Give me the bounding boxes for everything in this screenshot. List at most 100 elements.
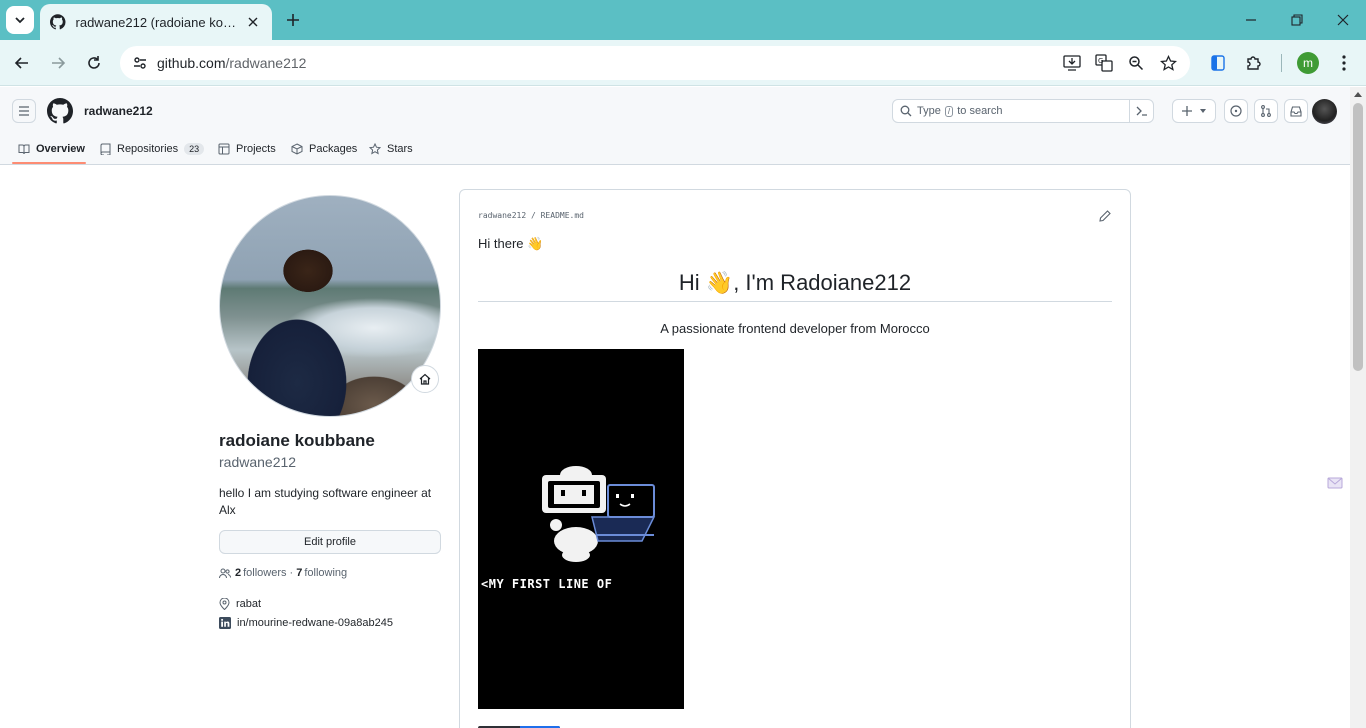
browser-menu-button[interactable] xyxy=(1332,51,1356,75)
command-palette-button[interactable] xyxy=(1129,99,1153,123)
tab-search-button[interactable] xyxy=(6,6,34,34)
tab-repositories-label: Repositories xyxy=(117,143,179,155)
reload-button[interactable] xyxy=(80,49,108,77)
create-new-button[interactable] xyxy=(1172,99,1216,123)
address-bar[interactable]: github.com/radwane212 G xyxy=(120,46,1190,80)
git-pull-request-icon xyxy=(1261,105,1271,117)
inbox-icon xyxy=(1290,106,1302,117)
search-placeholder: Type / to search xyxy=(917,105,1002,117)
zoom-icon xyxy=(1129,56,1144,71)
status-button[interactable] xyxy=(411,365,439,393)
install-app-button[interactable] xyxy=(1060,51,1084,75)
arrow-left-icon xyxy=(14,57,28,69)
readme-heading: Hi 👋, I'm Radoiane212 xyxy=(678,270,912,295)
star-icon xyxy=(1159,54,1177,71)
forward-button[interactable] xyxy=(44,49,72,77)
translate-button[interactable]: G xyxy=(1092,51,1116,75)
following-link[interactable]: following xyxy=(304,567,347,579)
linkedin-link[interactable]: in/mourine-redwane-09a8ab245 xyxy=(237,617,393,629)
search-input[interactable]: Type / to search xyxy=(892,99,1154,123)
tab-stars[interactable]: Stars xyxy=(369,133,413,165)
location-icon xyxy=(219,598,230,610)
tune-icon xyxy=(134,57,146,69)
search-icon xyxy=(900,105,912,117)
floating-side-widget[interactable] xyxy=(1320,470,1350,496)
edit-readme-button[interactable] xyxy=(1097,208,1113,224)
tab-overview[interactable]: Overview xyxy=(18,133,85,165)
profile-avatar[interactable]: m xyxy=(1297,52,1319,74)
edit-profile-button[interactable]: Edit profile xyxy=(219,530,441,554)
heading-divider xyxy=(478,301,1112,302)
bookmark-button[interactable] xyxy=(1156,51,1180,75)
side-panel-icon xyxy=(1211,55,1225,71)
location-text: rabat xyxy=(236,598,262,610)
context-username[interactable]: radwane212 xyxy=(84,104,153,118)
following-count[interactable]: 7 xyxy=(296,567,302,579)
close-icon xyxy=(248,17,258,27)
tab-title: radwane212 (radoiane koubbane) xyxy=(75,14,237,30)
tab-projects[interactable]: Projects xyxy=(218,133,276,165)
page-scrollbar[interactable] xyxy=(1350,87,1366,728)
minimize-button[interactable] xyxy=(1228,0,1274,40)
readme-path[interactable]: radwane212 / README.md xyxy=(478,211,584,220)
url-domain: github.com xyxy=(157,55,226,71)
install-icon xyxy=(1063,55,1081,71)
restore-icon xyxy=(1291,14,1303,26)
chevron-down-icon xyxy=(15,17,25,24)
search-placeholder-prefix: Type xyxy=(917,105,941,117)
browser-tab-strip: radwane212 (radoiane koubbane) xyxy=(0,0,1366,40)
tab-packages-label: Packages xyxy=(309,143,358,155)
tab-overview-label: Overview xyxy=(36,143,85,155)
issues-button[interactable] xyxy=(1224,99,1248,123)
tab-repositories[interactable]: Repositories 23 xyxy=(100,133,205,165)
follow-stats: 2 followers · 7 following xyxy=(219,567,347,579)
reading-mode-button[interactable] xyxy=(1206,51,1230,75)
svg-text:G: G xyxy=(1098,57,1103,65)
url-text: github.com/radwane212 xyxy=(157,55,306,71)
profile-avatar-large[interactable] xyxy=(219,195,441,417)
hamburger-icon xyxy=(19,106,29,116)
followers-count[interactable]: 2 xyxy=(235,567,241,579)
terminal-icon xyxy=(1136,106,1147,116)
tab-projects-label: Projects xyxy=(236,143,276,155)
plus-icon xyxy=(1182,106,1192,116)
user-avatar[interactable] xyxy=(1312,99,1337,124)
followers-link[interactable]: followers xyxy=(243,567,286,579)
site-info-button[interactable] xyxy=(126,49,154,77)
inbox-button[interactable] xyxy=(1284,99,1308,123)
tab-close-button[interactable] xyxy=(245,13,262,31)
pull-requests-button[interactable] xyxy=(1254,99,1278,123)
robot-laptop-icon xyxy=(542,466,656,562)
profile-location: rabat xyxy=(219,598,261,610)
restore-button[interactable] xyxy=(1274,0,1320,40)
puzzle-icon xyxy=(1247,56,1261,70)
github-favicon-icon xyxy=(50,14,66,30)
profile-linkedin[interactable]: in/mourine-redwane-09a8ab245 xyxy=(219,617,393,629)
zoom-button[interactable] xyxy=(1124,51,1148,75)
scrollbar-thumb[interactable] xyxy=(1353,103,1363,371)
global-nav-button[interactable] xyxy=(12,99,36,123)
kebab-menu-icon xyxy=(1342,55,1346,71)
table-icon xyxy=(218,143,230,155)
repo-icon xyxy=(100,143,111,155)
url-path: /radwane212 xyxy=(225,55,307,71)
back-button[interactable] xyxy=(8,49,36,77)
active-tab-indicator xyxy=(12,162,86,164)
profile-bio: hello I am studying software engineer at… xyxy=(219,486,432,517)
people-icon xyxy=(219,568,231,578)
tab-packages[interactable]: Packages xyxy=(291,133,357,165)
tab-stars-label: Stars xyxy=(387,143,413,155)
search-placeholder-suffix: to search xyxy=(957,105,1003,117)
package-icon xyxy=(291,143,303,155)
new-tab-button[interactable] xyxy=(281,8,305,32)
github-header: radwane212 Type / to search Overview Rep… xyxy=(0,87,1350,165)
minimize-icon xyxy=(1246,19,1256,21)
readme-greeting: Hi there 👋 xyxy=(478,236,544,251)
github-logo-icon[interactable] xyxy=(47,98,73,124)
extensions-button[interactable] xyxy=(1242,51,1266,75)
issue-opened-icon xyxy=(1230,105,1242,117)
scroll-up-arrow-icon[interactable] xyxy=(1354,92,1362,97)
close-window-button[interactable] xyxy=(1320,0,1366,40)
browser-tab[interactable]: radwane212 (radoiane koubbane) xyxy=(40,4,272,40)
toolbar-separator xyxy=(1281,54,1282,72)
